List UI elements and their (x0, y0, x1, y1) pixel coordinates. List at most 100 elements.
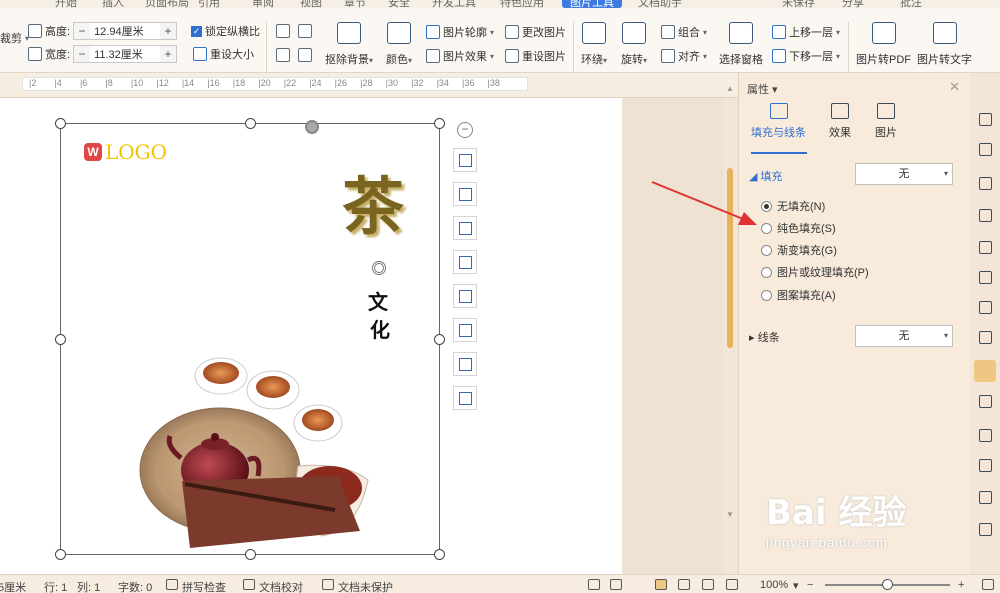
tab-references[interactable]: 引用 (198, 0, 220, 8)
scroll-down-icon[interactable]: ▼ (726, 510, 734, 519)
tab-page-layout[interactable]: 页面布局 (145, 0, 189, 8)
radio-gradient-fill[interactable]: 渐变填充(G) (761, 242, 837, 258)
outline-view-icon[interactable] (678, 579, 690, 590)
radio-picture-texture-fill[interactable]: 图片或纹理填充(P) (761, 264, 869, 280)
tab-fill-and-line[interactable]: 填充与线条 (751, 103, 806, 140)
scroll-up-icon[interactable]: ▲ (726, 84, 734, 93)
height-spinner[interactable]: − 12.94厘米 + (73, 22, 178, 40)
reset-size-button[interactable]: 重设大小 (193, 46, 254, 62)
doc-protection-status[interactable]: 文档未保护 (338, 579, 393, 593)
tab-view[interactable]: 视图 (300, 0, 322, 8)
send-backward-button[interactable]: 下移一层 ▾ (772, 48, 840, 64)
grid-icon[interactable] (979, 301, 992, 314)
contrast-down-button[interactable] (298, 48, 312, 62)
resize-handle-top[interactable] (245, 118, 256, 129)
tab-chapter[interactable]: 章节 (344, 0, 366, 8)
more-picture-button[interactable] (453, 386, 477, 410)
tab-effects[interactable]: 效果 (829, 103, 851, 140)
image-library-icon[interactable] (979, 429, 992, 442)
wrap-button[interactable]: 环绕▾ (581, 22, 607, 67)
radio-pattern-fill[interactable]: 图案填充(A) (761, 287, 836, 303)
selection-pane-button[interactable]: 选择窗格 (719, 22, 763, 67)
zoom-out-button[interactable]: − (807, 579, 813, 591)
picture-outline-button[interactable]: 图片轮廓 ▾ (426, 24, 494, 40)
resize-handle-bottom[interactable] (245, 549, 256, 560)
height-increase-button[interactable]: + (160, 23, 177, 39)
tab-security[interactable]: 安全 (388, 0, 410, 8)
picture-to-text-button[interactable]: 图片转文字 (917, 22, 972, 67)
remove-background-button[interactable]: 抠除背景▾ (325, 22, 373, 67)
layout-options-button[interactable] (453, 148, 477, 172)
resize-handle-top-right[interactable] (434, 118, 445, 129)
color-button[interactable]: 颜色▾ (386, 22, 412, 67)
zoom-level[interactable]: 100% (760, 579, 788, 591)
shape-icon[interactable] (979, 209, 992, 222)
width-decrease-button[interactable]: − (74, 46, 91, 62)
group-button[interactable]: 组合 ▾ (661, 24, 707, 40)
tab-picture-tools[interactable]: 图片工具 (562, 0, 622, 8)
radio-no-fill[interactable]: 无填充(N) (761, 198, 825, 214)
width-increase-button[interactable]: + (160, 46, 177, 62)
fill-type-dropdown[interactable]: 无 ▾ (855, 163, 953, 185)
zoom-slider-thumb[interactable] (882, 579, 893, 590)
fill-section-header[interactable]: ◢ 填充 (749, 168, 783, 184)
location-icon[interactable] (979, 177, 992, 190)
tab-review[interactable]: 审阅 (252, 0, 274, 8)
height-decrease-button[interactable]: − (74, 23, 91, 39)
radio-button[interactable] (761, 289, 772, 301)
line-section-header[interactable]: ▸ 线条 (749, 329, 780, 345)
fit-window-icon[interactable] (982, 579, 994, 590)
brightness-up-button[interactable] (276, 24, 290, 38)
radio-button[interactable] (761, 244, 772, 256)
resize-handle-left[interactable] (55, 334, 66, 345)
height-value[interactable]: 12.94厘米 (90, 23, 160, 39)
zoom-dropdown-icon[interactable]: ▾ (793, 579, 799, 592)
tab-insert[interactable]: 插入 (102, 0, 124, 8)
contrast-up-button[interactable] (298, 24, 312, 38)
eye-protect-icon[interactable] (726, 579, 738, 590)
web-view-icon[interactable] (702, 579, 714, 590)
picture-effect-button[interactable]: 图片效果 ▾ (426, 48, 494, 64)
rotate-handle-icon[interactable] (305, 120, 319, 134)
translate-quick-button[interactable] (453, 352, 477, 376)
archive-icon[interactable] (979, 523, 992, 536)
fullscreen-icon[interactable] (588, 579, 600, 590)
tab-start[interactable]: 开始 (55, 0, 77, 8)
chart-icon[interactable] (979, 331, 992, 344)
comment-button[interactable]: 批注 (900, 0, 922, 8)
rotate-button[interactable]: 旋转▾ (621, 22, 647, 67)
zoom-in-button[interactable]: + (958, 579, 964, 591)
page-view-icon[interactable] (655, 579, 667, 590)
width-spinner[interactable]: − 11.32厘米 + (73, 45, 178, 63)
document-page[interactable]: W LOGO 茶 文 化 − (0, 98, 622, 574)
resize-handle-bottom-left[interactable] (55, 549, 66, 560)
radio-solid-fill[interactable]: 纯色填充(S) (761, 220, 836, 236)
word-count[interactable]: 字数: 0 (118, 579, 152, 593)
select-pointer-icon[interactable] (979, 143, 992, 156)
radio-button[interactable] (761, 222, 772, 234)
reset-picture-button[interactable]: 重设图片 (505, 48, 566, 64)
bring-forward-button[interactable]: 上移一层 ▾ (772, 24, 840, 40)
picture-to-text-quick-button[interactable] (453, 318, 477, 342)
tab-developer[interactable]: 开发工具 (432, 0, 476, 8)
lock-ratio-checkbox[interactable]: ✓ 锁定纵横比 (191, 23, 260, 39)
resize-handle-top-left[interactable] (55, 118, 66, 129)
scrollbar-thumb[interactable] (727, 168, 733, 348)
resize-handle-right[interactable] (434, 334, 445, 345)
box-icon[interactable] (979, 491, 992, 504)
close-icon[interactable]: ✕ (949, 79, 960, 95)
align-button[interactable]: 对齐 ▾ (661, 48, 707, 64)
radio-button[interactable] (761, 266, 772, 278)
width-value[interactable]: 11.32厘米 (90, 46, 160, 62)
vertical-scrollbar[interactable]: ▲ ▼ (723, 84, 738, 574)
frame-quick-button[interactable] (453, 284, 477, 308)
remove-bg-quick-button[interactable] (453, 216, 477, 240)
doc-proofread-button[interactable]: 文档校对 (259, 579, 303, 593)
change-picture-button[interactable]: 更改图片 (505, 24, 566, 40)
read-mode-icon[interactable] (610, 579, 622, 590)
spell-check-button[interactable]: 拼写检查 (182, 579, 226, 593)
horizontal-ruler[interactable]: |2 |4 |6 |8 |10 |12 |14 |16 |18 |20 |22 |24 |26 |28 |3… (0, 73, 738, 98)
line-type-dropdown[interactable]: 无 ▾ (855, 325, 953, 347)
tab-picture[interactable]: 图片 (875, 103, 897, 140)
tab-special[interactable]: 特色应用 (500, 0, 544, 8)
